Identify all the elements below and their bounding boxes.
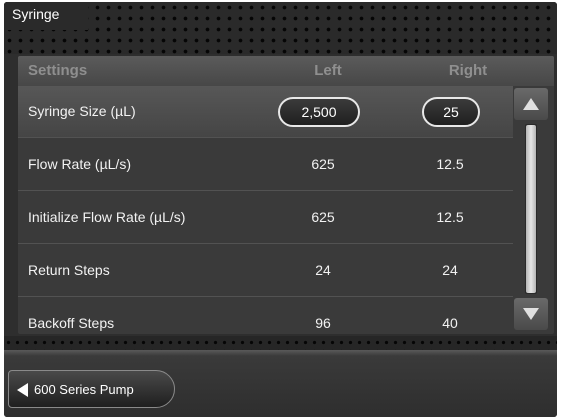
syringe-size-right-field[interactable]: 25	[422, 97, 480, 127]
scroll-up-button[interactable]	[514, 88, 548, 120]
table-row-flow-rate[interactable]: Flow Rate (µL/s) 625 12.5	[18, 139, 513, 191]
left-arrow-icon	[17, 383, 28, 397]
right-value: 24	[442, 262, 458, 278]
row-label: Flow Rate (µL/s)	[28, 156, 131, 172]
left-value: 96	[315, 315, 331, 331]
bottom-dot-band	[4, 336, 557, 350]
column-header-right: Right	[448, 62, 488, 79]
table-header: Settings Left Right	[18, 56, 554, 86]
left-value: 625	[311, 209, 335, 225]
back-button-label: 600 Series Pump	[34, 382, 134, 397]
scrollbar-thumb[interactable]	[526, 125, 536, 293]
back-button[interactable]: 600 Series Pump	[8, 370, 175, 408]
row-label: Initialize Flow Rate (µL/s)	[28, 209, 186, 225]
right-value: 12.5	[436, 209, 464, 225]
header-band: Syringe	[4, 2, 557, 54]
syringe-screen: Syringe Settings Left Right Syringe Size…	[4, 2, 557, 417]
row-label: Backoff Steps	[28, 315, 115, 331]
row-label: Syringe Size (µL)	[28, 103, 136, 119]
footer-bar: 600 Series Pump	[4, 350, 557, 417]
left-value: 24	[315, 262, 331, 278]
column-header-left: Left	[314, 62, 342, 79]
row-label: Return Steps	[28, 262, 110, 278]
up-arrow-icon	[523, 98, 539, 110]
syringe-size-left-field[interactable]: 2,500	[278, 97, 360, 127]
right-value: 40	[442, 315, 458, 331]
scrollbar-track[interactable]	[525, 124, 537, 294]
table-row-backoff-steps[interactable]: Backoff Steps 96 40	[18, 298, 513, 334]
page-title: Syringe	[12, 6, 60, 22]
right-value: 12.5	[436, 156, 464, 172]
table-row-initialize-flow-rate[interactable]: Initialize Flow Rate (µL/s) 625 12.5	[18, 192, 513, 244]
table-row-syringe-size[interactable]: Syringe Size (µL) 2,500 25	[18, 86, 513, 138]
down-arrow-icon	[523, 308, 539, 320]
left-value: 625	[311, 156, 335, 172]
scroll-down-button[interactable]	[514, 298, 548, 330]
settings-table: Settings Left Right Syringe Size (µL) 2,…	[18, 56, 554, 334]
column-header-settings: Settings	[28, 62, 88, 79]
table-row-return-steps[interactable]: Return Steps 24 24	[18, 245, 513, 297]
